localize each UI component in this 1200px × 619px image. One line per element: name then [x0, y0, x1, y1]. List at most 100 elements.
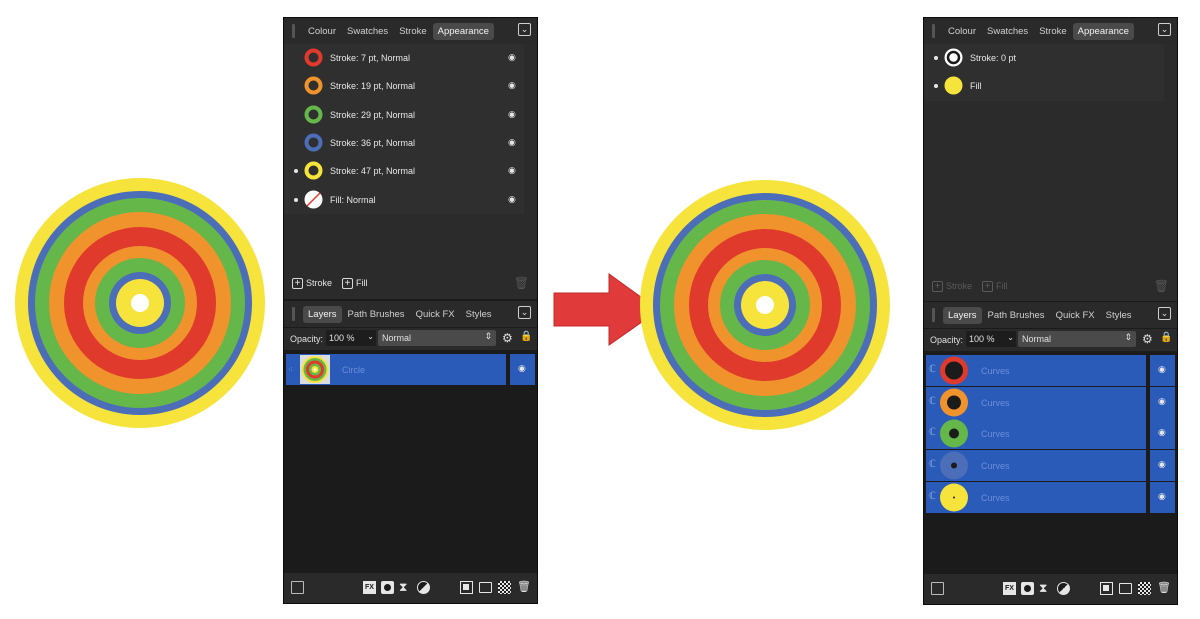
eye-icon[interactable]: ◉ — [508, 80, 516, 91]
layer-row-curves[interactable]: ℂ Curves — [926, 450, 1146, 482]
layer-visibility-cell[interactable]: ◉ — [1150, 450, 1175, 482]
adjustment-icon[interactable] — [417, 581, 430, 594]
blend-mode-select[interactable]: Normal ⇕ — [378, 330, 496, 346]
tab-stroke[interactable]: Stroke — [394, 23, 431, 40]
eye-icon[interactable]: ◉ — [1158, 396, 1166, 407]
trash-icon[interactable]: 🗑 — [1154, 279, 1169, 293]
tab-path-brushes[interactable]: Path Brushes — [343, 306, 410, 323]
trash-icon[interactable]: 🗑 — [1157, 582, 1171, 595]
opacity-field[interactable]: 100 % ⌄ — [966, 331, 1016, 347]
layer-row-circle[interactable]: ⁖ Circle — [286, 354, 506, 385]
stroke-swatch[interactable] — [304, 105, 323, 129]
layer-row-curves[interactable]: ℂ Curves — [926, 418, 1146, 450]
eye-icon[interactable]: ◉ — [508, 109, 516, 120]
gear-icon[interactable]: ⚙ — [1142, 332, 1153, 346]
gear-icon[interactable]: ⚙ — [502, 331, 513, 345]
eye-icon[interactable]: ◉ — [508, 194, 516, 205]
layer-visibility-cell[interactable]: ◉ — [510, 354, 535, 385]
edit-icon[interactable] — [931, 582, 944, 595]
tab-styles[interactable]: Styles — [1101, 307, 1137, 324]
eye-icon[interactable]: ◉ — [518, 363, 526, 374]
appearance-item[interactable]: Stroke: 29 pt, Normal ◉ — [284, 101, 524, 129]
checker-icon[interactable] — [498, 581, 511, 594]
appearance-item[interactable]: Stroke: 19 pt, Normal ◉ — [284, 72, 524, 100]
tab-appearance[interactable]: Appearance — [1072, 22, 1134, 40]
stroke-swatch[interactable] — [304, 161, 323, 185]
tab-quick-fx[interactable]: Quick FX — [1051, 307, 1100, 324]
tab-quick-fx[interactable]: Quick FX — [411, 306, 460, 323]
eye-icon[interactable]: ◉ — [508, 52, 516, 63]
eye-icon[interactable]: ◉ — [508, 165, 516, 176]
folder-icon[interactable] — [1119, 583, 1132, 594]
collapse-icon[interactable]: ⌄ — [1158, 23, 1171, 36]
appearance-item[interactable]: Fill — [924, 72, 1164, 100]
opacity-field[interactable]: 100 % ⌄ — [326, 330, 376, 346]
layer-visibility-cell[interactable]: ◉ — [1150, 355, 1175, 386]
collapse-icon[interactable]: ⌄ — [518, 23, 531, 36]
eye-icon[interactable]: ◉ — [508, 137, 516, 148]
no-fill-swatch[interactable] — [304, 190, 323, 214]
mask-icon[interactable] — [1021, 582, 1034, 595]
hourglass-icon[interactable]: ⧗ — [399, 581, 412, 594]
eye-icon[interactable]: ◉ — [1158, 459, 1166, 470]
fx-icon[interactable]: FX — [363, 581, 376, 594]
lock-icon[interactable]: 🔒 — [1160, 332, 1172, 343]
panel-grip[interactable] — [932, 24, 935, 38]
panel-grip[interactable] — [292, 24, 295, 38]
stroke-swatch[interactable] — [304, 48, 323, 72]
checker-icon[interactable] — [1138, 582, 1151, 595]
appearance-item[interactable]: Stroke: 0 pt — [924, 44, 1164, 72]
tab-colour[interactable]: Colour — [943, 23, 981, 40]
tab-layers[interactable]: Layers — [943, 306, 982, 324]
enabled-dot[interactable] — [294, 169, 298, 174]
chevron-down-icon[interactable]: ⌄ — [367, 332, 374, 341]
trash-icon[interactable]: 🗑 — [514, 276, 529, 290]
layer-row-curves[interactable]: ℂ Curves — [926, 355, 1146, 386]
stroke-swatch[interactable] — [304, 76, 323, 100]
blend-mode-select[interactable]: Normal ⇕ — [1018, 331, 1136, 347]
layer-row-curves[interactable]: ℂ Curves — [926, 386, 1146, 418]
appearance-item[interactable]: Stroke: 7 pt, Normal ◉ — [284, 44, 524, 72]
add-stroke-button[interactable]: + Stroke — [932, 280, 972, 292]
eye-icon[interactable]: ◉ — [1158, 364, 1166, 375]
enabled-dot[interactable] — [934, 56, 938, 60]
appearance-item[interactable]: Stroke: 36 pt, Normal ◉ — [284, 129, 524, 157]
panel-grip[interactable] — [292, 307, 295, 321]
appearance-item[interactable]: Stroke: 47 pt, Normal ◉ — [284, 157, 524, 185]
copy-icon[interactable] — [460, 581, 473, 594]
folder-icon[interactable] — [479, 582, 492, 593]
layer-visibility-cell[interactable]: ◉ — [1150, 418, 1175, 450]
eye-icon[interactable]: ◉ — [1158, 427, 1166, 438]
enabled-dot[interactable] — [294, 197, 298, 202]
eye-icon[interactable]: ◉ — [1158, 491, 1166, 502]
fill-swatch[interactable] — [944, 76, 963, 100]
tab-swatches[interactable]: Swatches — [342, 23, 393, 40]
fx-icon[interactable]: FX — [1003, 582, 1016, 595]
enabled-dot[interactable] — [934, 84, 938, 89]
layer-visibility-cell[interactable]: ◉ — [1150, 386, 1175, 418]
add-stroke-button[interactable]: + Stroke — [292, 277, 332, 289]
tab-path-brushes[interactable]: Path Brushes — [983, 307, 1050, 324]
tab-colour[interactable]: Colour — [303, 23, 341, 40]
stroke-swatch[interactable] — [304, 133, 323, 157]
stroke-swatch[interactable] — [944, 48, 963, 72]
layer-row-curves[interactable]: ℂ Curves — [926, 481, 1146, 513]
tab-layers[interactable]: Layers — [303, 305, 342, 323]
appearance-item[interactable]: Fill: Normal ◉ — [284, 186, 524, 214]
hourglass-icon[interactable]: ⧗ — [1039, 582, 1052, 595]
trash-icon[interactable]: 🗑 — [517, 581, 531, 594]
adjustment-icon[interactable] — [1057, 582, 1070, 595]
copy-icon[interactable] — [1100, 582, 1113, 595]
lock-icon[interactable]: 🔒 — [520, 331, 532, 342]
add-fill-button[interactable]: + Fill — [342, 277, 368, 289]
tab-swatches[interactable]: Swatches — [982, 23, 1033, 40]
edit-icon[interactable] — [291, 581, 304, 594]
add-fill-button[interactable]: + Fill — [982, 280, 1008, 292]
mask-icon[interactable] — [381, 581, 394, 594]
panel-grip[interactable] — [932, 308, 935, 322]
chevron-down-icon[interactable]: ⌄ — [1007, 333, 1014, 342]
tab-stroke[interactable]: Stroke — [1034, 23, 1071, 40]
tab-styles[interactable]: Styles — [461, 306, 497, 323]
collapse-icon[interactable]: ⌄ — [518, 306, 531, 319]
layer-visibility-cell[interactable]: ◉ — [1150, 481, 1175, 513]
